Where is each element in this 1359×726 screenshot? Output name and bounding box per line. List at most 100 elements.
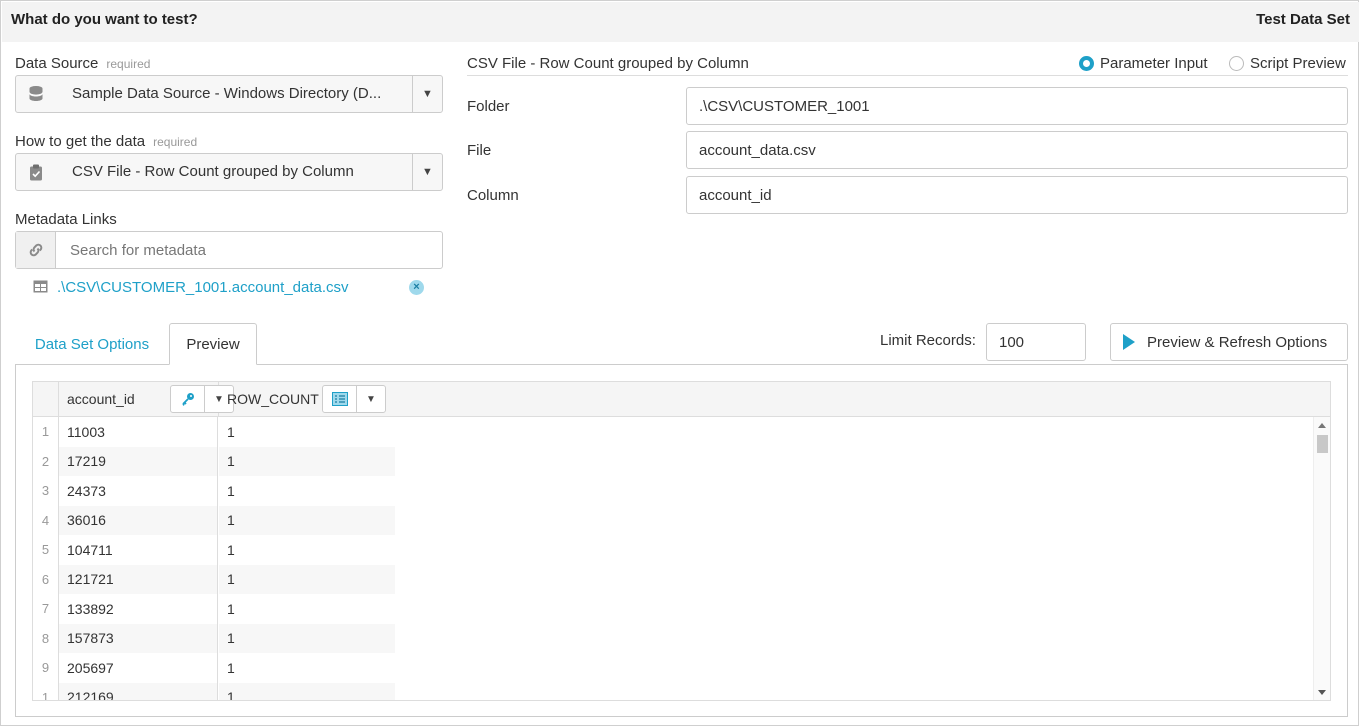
preview-refresh-label: Preview & Refresh Options bbox=[1147, 333, 1328, 351]
column-header-controls: ▼ bbox=[322, 385, 386, 413]
row-number: 8 bbox=[33, 623, 59, 653]
cell-row-count[interactable]: 1 bbox=[219, 417, 395, 447]
remove-link-icon[interactable]: × bbox=[409, 280, 424, 295]
tab-preview[interactable]: Preview bbox=[169, 323, 257, 365]
metadata-search-input[interactable] bbox=[68, 239, 428, 261]
cell-account-id[interactable]: 121721 bbox=[59, 564, 218, 594]
number-type-icon[interactable] bbox=[323, 386, 357, 412]
table-row[interactable]: 8 157873 1 bbox=[33, 623, 1315, 653]
how-to-get-label-text: How to get the data bbox=[15, 133, 146, 150]
cell-account-id[interactable]: 205697 bbox=[59, 653, 218, 683]
how-to-get-label: How to get the data required bbox=[15, 133, 197, 150]
data-source-required: required bbox=[106, 57, 151, 71]
row-number: 4 bbox=[33, 505, 59, 535]
how-to-get-required: required bbox=[153, 135, 198, 149]
how-to-get-select[interactable]: CSV File - Row Count grouped by Column ▼ bbox=[15, 153, 443, 191]
file-label: File bbox=[467, 142, 492, 159]
data-source-select[interactable]: Sample Data Source - Windows Directory (… bbox=[15, 75, 443, 113]
radio-parameter-input-label: Parameter Input bbox=[1100, 55, 1208, 72]
column-header-account-id[interactable]: account_id ▼ bbox=[59, 382, 234, 416]
chevron-down-icon[interactable]: ▼ bbox=[412, 76, 442, 112]
cell-row-count[interactable]: 1 bbox=[219, 446, 395, 476]
cell-row-count[interactable]: 1 bbox=[219, 535, 395, 565]
table-row[interactable]: 9 205697 1 bbox=[33, 653, 1315, 683]
row-number-header bbox=[33, 382, 59, 416]
column-header-label: ROW_COUNT bbox=[227, 391, 319, 407]
cell-account-id[interactable]: 133892 bbox=[59, 594, 218, 624]
vertical-scrollbar[interactable] bbox=[1313, 417, 1330, 700]
cell-row-count[interactable]: 1 bbox=[219, 476, 395, 506]
grid-rows: 1 11003 1 2 17219 1 3 24373 1 4 36016 1 5 104711 1 6 121… bbox=[33, 417, 1315, 700]
table-row[interactable]: 7 133892 1 bbox=[33, 594, 1315, 624]
chevron-down-icon[interactable]: ▼ bbox=[357, 386, 385, 412]
folder-field[interactable]: .\CSV\CUSTOMER_1001 bbox=[686, 87, 1348, 125]
cell-account-id[interactable]: 157873 bbox=[59, 623, 218, 653]
limit-records-input[interactable]: 100 bbox=[986, 323, 1086, 361]
column-field[interactable]: account_id bbox=[686, 176, 1348, 214]
grid-header: account_id ▼ ROW_COUNT ▼ bbox=[33, 382, 1330, 417]
row-number: 7 bbox=[33, 594, 59, 624]
cell-account-id[interactable]: 11003 bbox=[59, 417, 218, 447]
link-icon bbox=[16, 232, 56, 268]
column-header-label: account_id bbox=[67, 391, 135, 407]
row-number: 9 bbox=[33, 653, 59, 683]
file-field[interactable]: account_data.csv bbox=[686, 131, 1348, 169]
table-row[interactable]: 3 24373 1 bbox=[33, 476, 1315, 506]
cell-account-id[interactable]: 212169 bbox=[59, 682, 218, 700]
table-icon bbox=[33, 280, 48, 297]
table-row[interactable]: 1 11003 1 bbox=[33, 417, 1315, 447]
radio-selected-icon bbox=[1079, 56, 1094, 71]
key-icon[interactable] bbox=[171, 386, 205, 412]
data-source-label: Data Source required bbox=[15, 55, 150, 72]
row-number: 5 bbox=[33, 535, 59, 565]
table-row[interactable]: 4 36016 1 bbox=[33, 505, 1315, 535]
cell-row-count[interactable]: 1 bbox=[219, 682, 395, 700]
metadata-search bbox=[15, 231, 443, 269]
scroll-up-icon[interactable] bbox=[1318, 423, 1326, 428]
radio-parameter-input[interactable]: Parameter Input bbox=[1079, 55, 1208, 72]
folder-label: Folder bbox=[467, 98, 510, 115]
chevron-down-icon[interactable]: ▼ bbox=[412, 154, 442, 190]
cell-row-count[interactable]: 1 bbox=[219, 594, 395, 624]
cell-account-id[interactable]: 24373 bbox=[59, 476, 218, 506]
row-number: 6 bbox=[33, 564, 59, 594]
column-label: Column bbox=[467, 187, 519, 204]
cell-row-count[interactable]: 1 bbox=[219, 505, 395, 535]
row-number: 3 bbox=[33, 476, 59, 506]
params-section-title: CSV File - Row Count grouped by Column bbox=[467, 55, 749, 72]
cell-row-count[interactable]: 1 bbox=[219, 653, 395, 683]
cell-row-count[interactable]: 1 bbox=[219, 623, 395, 653]
preview-refresh-button[interactable]: Preview & Refresh Options bbox=[1110, 323, 1348, 361]
cell-account-id[interactable]: 104711 bbox=[59, 535, 218, 565]
preview-grid: account_id ▼ ROW_COUNT ▼ 1 11003 1 2 172… bbox=[32, 381, 1331, 701]
row-number: 1 bbox=[33, 417, 59, 447]
cell-row-count[interactable]: 1 bbox=[219, 564, 395, 594]
row-number: 2 bbox=[33, 446, 59, 476]
panel-right-title: Test Data Set bbox=[1256, 11, 1350, 28]
test-data-set-panel: What do you want to test? Test Data Set … bbox=[0, 0, 1359, 726]
cell-account-id[interactable]: 36016 bbox=[59, 505, 218, 535]
play-icon bbox=[1123, 334, 1135, 350]
how-to-get-value: CSV File - Row Count grouped by Column bbox=[72, 163, 354, 180]
table-row[interactable]: 6 121721 1 bbox=[33, 564, 1315, 594]
scroll-thumb[interactable] bbox=[1317, 435, 1328, 453]
scroll-down-icon[interactable] bbox=[1318, 690, 1326, 695]
database-icon bbox=[16, 76, 56, 112]
section-divider bbox=[467, 75, 1348, 76]
table-row[interactable]: 1 212169 1 bbox=[33, 682, 1315, 700]
cell-account-id[interactable]: 17219 bbox=[59, 446, 218, 476]
panel-header: What do you want to test? Test Data Set bbox=[2, 2, 1359, 42]
radio-script-preview-label: Script Preview bbox=[1250, 55, 1346, 72]
row-number: 1 bbox=[33, 682, 59, 700]
table-row[interactable]: 2 17219 1 bbox=[33, 446, 1315, 476]
column-header-row-count[interactable]: ROW_COUNT ▼ bbox=[219, 382, 1314, 416]
radio-script-preview[interactable]: Script Preview bbox=[1229, 55, 1346, 72]
radio-unselected-icon bbox=[1229, 56, 1244, 71]
clipboard-check-icon bbox=[16, 154, 56, 190]
metadata-link[interactable]: .\CSV\CUSTOMER_1001.account_data.csv bbox=[57, 279, 349, 296]
tab-data-set-options[interactable]: Data Set Options bbox=[15, 323, 169, 365]
data-source-value: Sample Data Source - Windows Directory (… bbox=[72, 85, 382, 102]
table-row[interactable]: 5 104711 1 bbox=[33, 535, 1315, 565]
metadata-links-label: Metadata Links bbox=[15, 211, 117, 228]
metadata-link-item: .\CSV\CUSTOMER_1001.account_data.csv × bbox=[33, 278, 433, 298]
